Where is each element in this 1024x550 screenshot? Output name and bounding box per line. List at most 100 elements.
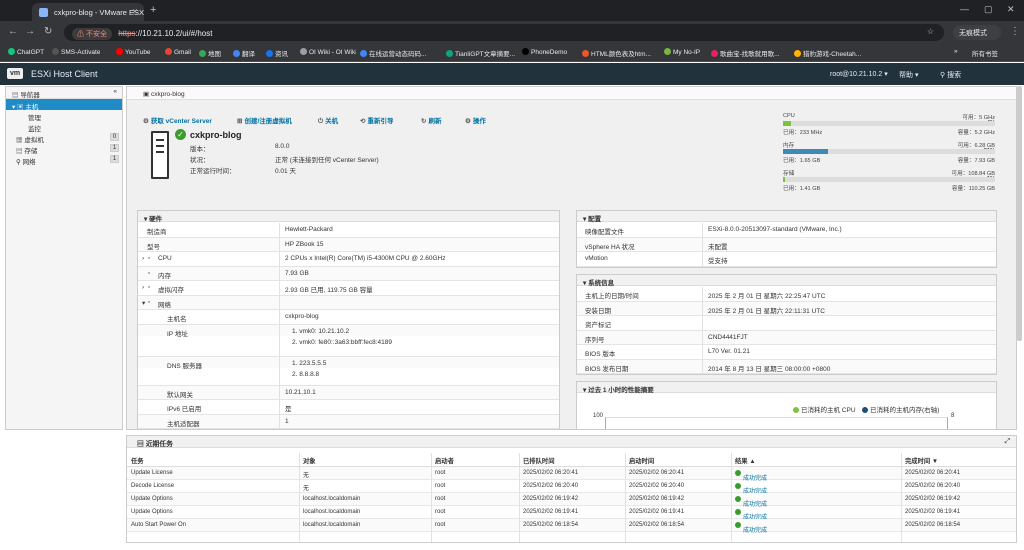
task-column-header[interactable]: 启动时间 <box>629 456 654 465</box>
bookmark-item[interactable]: Gmail <box>165 48 191 56</box>
info-row: BIOS 版本 L70 Ver. 01.21 <box>577 345 996 360</box>
get-vcenter-button[interactable]: ⚙ 获取 vCenter Server <box>143 115 212 125</box>
search-button[interactable]: ⚲ 搜索 <box>940 70 961 80</box>
bookmark-item[interactable]: 资讯 <box>266 48 288 58</box>
close-tab-icon[interactable]: ✕ <box>132 7 138 16</box>
forward-icon[interactable]: → <box>25 26 35 37</box>
task-column-header[interactable]: 结果 ▲ <box>735 456 756 465</box>
address-bar[interactable]: ⚠ 不安全 https://10.21.10.2/ui/#/host ☆ <box>64 24 944 41</box>
browser-tab[interactable]: cxkpro-blog - VMware ESXi ✕ <box>32 3 144 21</box>
task-column-header[interactable]: 任务 <box>131 456 144 465</box>
expand-icon[interactable]: › <box>142 284 144 291</box>
task-cell: 成功完成 <box>735 522 767 534</box>
resource-usage-bar <box>783 149 995 154</box>
close-window-icon[interactable]: ✕ <box>1007 4 1015 15</box>
info-key: vMotion <box>585 255 608 262</box>
bookmark-item[interactable]: 歌曲宝-找歌就用歌... <box>711 48 780 58</box>
menu-icon[interactable]: ⋮ <box>1010 26 1020 37</box>
nav-item-storage[interactable]: ▤ 存储 1 <box>6 143 122 155</box>
legend-mem-dot <box>862 407 868 413</box>
task-row[interactable]: Update Options localhost.localdomain root 2… <box>127 506 1016 521</box>
bookmark-item[interactable]: 在线运营动态码码... <box>360 48 426 58</box>
task-column-header[interactable]: 已排队时间 <box>523 456 554 465</box>
back-icon[interactable]: ← <box>8 26 18 37</box>
reload-icon[interactable]: ↻ <box>44 26 52 37</box>
actions-menu-button[interactable]: ⚙ 操作 <box>465 115 486 125</box>
all-bookmarks-button[interactable]: 所有书签 <box>972 48 998 58</box>
insecure-badge[interactable]: ⚠ 不安全 <box>72 28 112 40</box>
bookmark-item[interactable]: 猎豹游戏-Cheetah... <box>794 48 861 58</box>
bookmark-item[interactable]: PhoneDemo <box>522 48 567 56</box>
uptime-value: 0.01 天 <box>275 168 296 175</box>
task-row[interactable]: Update Options localhost.localdomain root 2… <box>127 493 1016 508</box>
recent-tasks-header[interactable]: ▤ 近期任务 ⤢ <box>127 436 1016 448</box>
reboot-button[interactable]: ⟲ 重新引导 <box>360 115 393 125</box>
info-row: 资产标记 <box>577 316 996 331</box>
refresh-button[interactable]: ↻ 刷新 <box>421 115 441 125</box>
collapse-navigator-icon[interactable]: « <box>113 88 117 95</box>
maximize-icon[interactable]: ▢ <box>984 4 993 15</box>
expand-icon[interactable]: ▾ <box>142 299 145 307</box>
shutdown-icon: ⏻ <box>318 118 324 125</box>
system-info-panel-header[interactable]: ▾ 系统信息 <box>577 275 996 287</box>
y-axis-left-top: 100 <box>593 413 604 419</box>
task-row[interactable]: Update License 无 root 2025/02/02 06:20:41 20… <box>127 467 1016 482</box>
browser-toolbar: ← → ↻ ⚠ 不安全 https://10.21.10.2/ui/#/host… <box>0 21 1024 44</box>
expand-tasks-icon[interactable]: ⤢ <box>1005 438 1010 446</box>
nav-item-network[interactable]: ⚲ 网络 1 <box>6 154 122 166</box>
task-cell: Update Options <box>131 496 173 502</box>
task-column-header[interactable]: 启动者 <box>435 456 454 465</box>
task-row[interactable]: Auto Start Power On localhost.localdomain… <box>127 519 1016 534</box>
nav-item-monitor[interactable]: 监控 <box>6 121 122 133</box>
hardware-key: 虚拟闪存 <box>158 287 184 294</box>
bookmark-item[interactable]: 地图 <box>199 48 221 58</box>
task-column-header[interactable]: 对象 <box>303 456 316 465</box>
task-column-header[interactable]: 完成时间 ▼ <box>905 456 938 465</box>
bookmark-item[interactable]: 翻译 <box>233 48 255 58</box>
bookmark-item[interactable]: YouTube <box>116 48 151 56</box>
bookmark-item[interactable]: SMS-Activate <box>52 48 100 56</box>
hardware-row: IP 地址 1. vmk0: 10.21.10.2 <box>138 324 559 338</box>
bookmark-item[interactable]: ChatGPT <box>8 48 44 56</box>
hardware-value: 2. 8.8.8.8 <box>292 370 320 378</box>
minimize-icon[interactable]: — <box>960 4 969 14</box>
config-panel-header[interactable]: ▾ 配置 <box>577 211 996 223</box>
resource-2: 存储可用：108.84 GB1%已用：1.41 GB容量：110.25 GB <box>783 169 999 195</box>
incognito-badge[interactable]: 无痕模式 <box>953 25 1001 40</box>
hardware-value: 是 <box>285 406 292 413</box>
bookmark-item[interactable]: My No-IP <box>664 48 700 56</box>
info-key: BIOS 版本 <box>585 351 616 358</box>
info-key: 资产标记 <box>585 322 611 329</box>
bookmark-item[interactable]: HTML颜色表及htm... <box>582 48 651 58</box>
bookmark-item[interactable]: OI Wiki - OI Wiki <box>300 48 356 56</box>
hardware-panel-header[interactable]: ▾ 硬件 <box>138 211 559 223</box>
task-row[interactable]: Decode License 无 root 2025/02/02 06:20:40 20… <box>127 480 1016 495</box>
bookmarks-overflow-icon[interactable]: » <box>954 48 958 55</box>
host-icon: ▣ <box>143 91 150 98</box>
user-menu[interactable]: root@10.21.10.2 ▾ <box>830 70 888 78</box>
resource-capacity: 容量：110.25 GB <box>951 186 995 192</box>
performance-panel: ▾ 过去 1 小时的性能摘要 已消耗的主机 CPU 已消耗的主机内存(右轴) 1… <box>576 381 997 429</box>
new-tab-button[interactable]: + <box>150 4 156 16</box>
performance-panel-header[interactable]: ▾ 过去 1 小时的性能摘要 <box>577 382 996 394</box>
task-cell: 无 <box>303 473 310 479</box>
bookmark-item[interactable]: TianliGPT文章摘要... <box>446 48 515 58</box>
nav-item-manage[interactable]: 管理 <box>6 110 122 122</box>
bookmark-star-icon[interactable]: ☆ <box>927 27 934 36</box>
hardware-row: 默认网关 10.21.10.1 <box>138 385 559 400</box>
task-cell: 2025/02/02 06:20:41 <box>905 470 961 476</box>
hardware-value: 1. 223.5.5.5 <box>292 359 327 367</box>
info-value: 受支持 <box>708 258 728 265</box>
bookmark-favicon-icon <box>446 50 453 57</box>
expand-icon[interactable]: › <box>142 255 144 262</box>
task-cell: Decode License <box>131 483 175 489</box>
shutdown-button[interactable]: ⏻ 关机 <box>318 115 338 126</box>
hardware-value: 2 CPUs x Intel(R) Core(TM) i5-4300M CPU … <box>285 255 446 262</box>
state-label: 状况： <box>190 157 210 164</box>
help-menu[interactable]: 帮助 ▾ <box>899 70 918 80</box>
search-icon: ⚲ <box>940 72 946 79</box>
nav-item-vm[interactable]: ▦ 虚拟机 0 <box>6 132 122 144</box>
main-scrollbar[interactable] <box>1017 86 1022 341</box>
create-vm-button[interactable]: ⊞ 创建/注册虚拟机 <box>237 115 292 125</box>
nav-item-host[interactable]: ▾ ▣ 主机 <box>6 99 122 111</box>
